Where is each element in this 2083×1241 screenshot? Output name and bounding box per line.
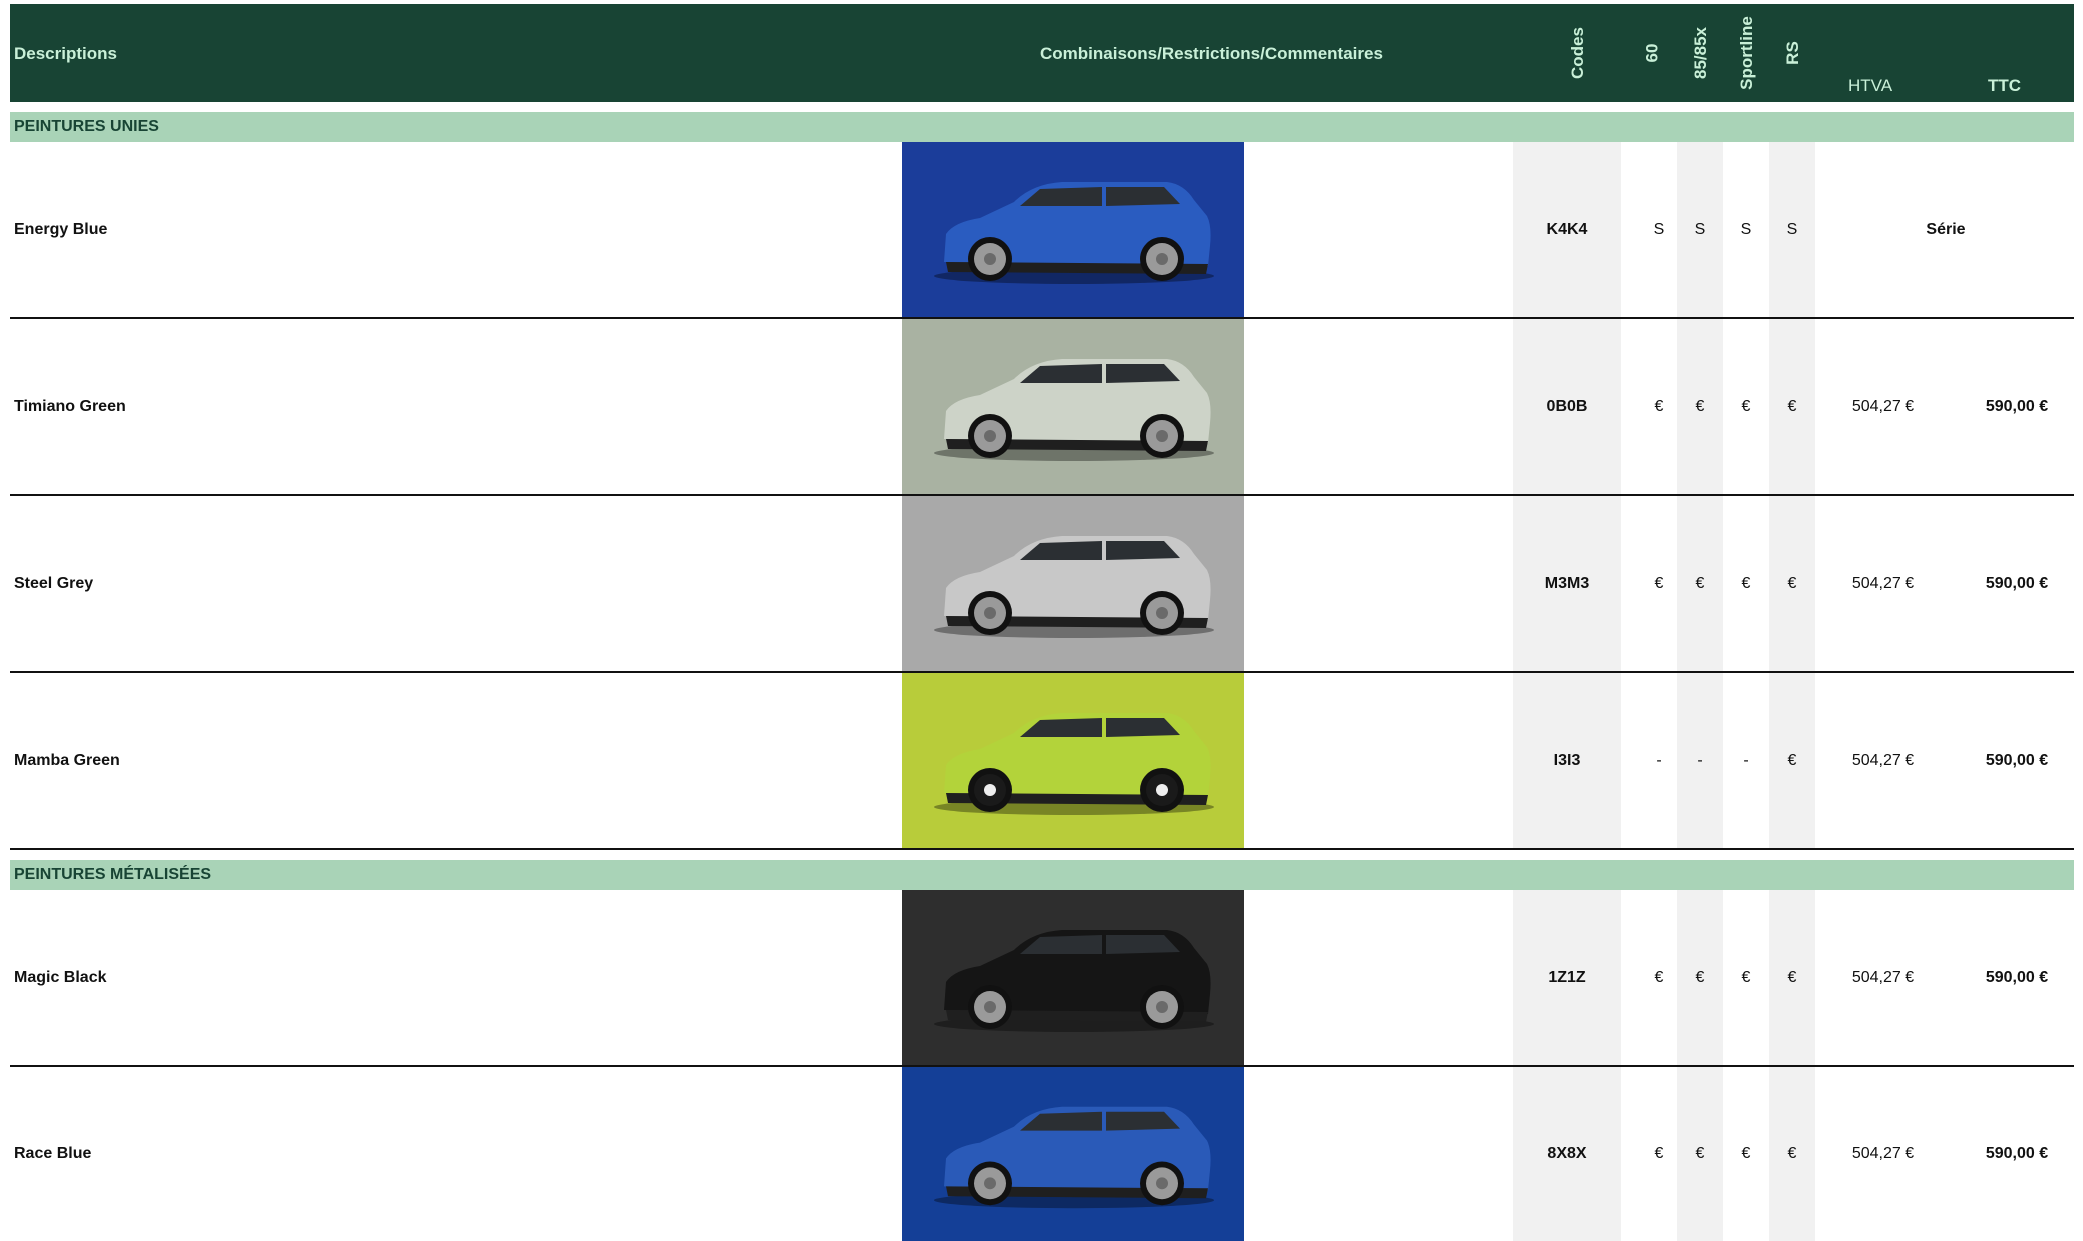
availability-rs: S <box>1786 220 1798 238</box>
availability-sport: - <box>1743 751 1749 769</box>
standard-label: Série <box>1926 220 1966 238</box>
availability-v85: € <box>1695 1145 1705 1162</box>
table-row: Steel Grey M3M3 € € € €504,27 € 590,00 € <box>10 496 2074 673</box>
header-descriptions: Descriptions <box>14 44 117 63</box>
header-ttc: TTC <box>1988 76 2022 95</box>
color-code: 0B0B <box>1546 397 1588 415</box>
availability-sport: € <box>1741 574 1751 592</box>
color-code: M3M3 <box>1544 574 1590 592</box>
availability-v85: - <box>1697 751 1703 769</box>
availability-v85: € <box>1695 574 1705 592</box>
availability-v60: € <box>1654 574 1664 592</box>
header-sportline: Sportline <box>1737 16 1757 90</box>
color-name: Race Blue <box>14 1145 92 1162</box>
color-name: Steel Grey <box>14 574 94 592</box>
table-row: Timiano Green 0B0B € € € €504,27 € 590,00 € <box>10 319 2074 496</box>
header-85: 85/85x <box>1691 27 1710 79</box>
price-ttc: 590,00 € <box>1985 1145 2049 1162</box>
table-body: PEINTURES UNIES Energy Blue K4K4 S S S S Série… <box>10 112 2074 1241</box>
availability-rs: € <box>1787 574 1797 592</box>
availability-v85: € <box>1695 968 1705 986</box>
price-sheet: Descriptions Combinaisons/Restrictions/C… <box>10 4 2074 1241</box>
availability-rs: € <box>1787 397 1797 415</box>
availability-rs: € <box>1787 751 1797 769</box>
color-code: 8X8X <box>1547 1145 1587 1162</box>
color-name: Timiano Green <box>14 397 126 415</box>
price-ttc: 590,00 € <box>1985 751 2049 769</box>
price-ttc: 590,00 € <box>1985 574 2049 592</box>
price-htva: 504,27 € <box>1851 574 1915 592</box>
availability-v60: S <box>1653 220 1665 238</box>
availability-sport: S <box>1740 220 1752 238</box>
availability-v60: - <box>1656 751 1662 769</box>
section-header: PEINTURES MÉTALISÉES <box>10 860 2074 890</box>
table-header: Descriptions Combinaisons/Restrictions/C… <box>10 4 2074 102</box>
color-name: Mamba Green <box>14 751 120 769</box>
color-name: Magic Black <box>14 968 107 986</box>
availability-sport: € <box>1741 397 1751 415</box>
availability-v60: € <box>1654 1145 1664 1162</box>
car-color-image <box>902 319 1244 494</box>
color-code: I3I3 <box>1553 751 1581 769</box>
availability-v85: € <box>1695 397 1705 415</box>
car-color-image <box>902 1067 1244 1241</box>
header-htva: HTVA <box>1848 76 1893 95</box>
availability-sport: € <box>1741 1145 1751 1162</box>
section-header: PEINTURES UNIES <box>10 112 2074 142</box>
header-codes: Codes <box>1568 27 1587 79</box>
car-color-image <box>902 673 1244 848</box>
availability-sport: € <box>1741 968 1751 986</box>
table-row: Energy Blue K4K4 S S S S Série <box>10 142 2074 319</box>
car-color-image <box>902 496 1244 671</box>
availability-v85: S <box>1694 220 1706 238</box>
price-htva: 504,27 € <box>1851 397 1915 415</box>
header-60: 60 <box>1641 43 1661 63</box>
color-name: Energy Blue <box>14 220 108 238</box>
car-color-image <box>902 142 1244 317</box>
price-ttc: 590,00 € <box>1985 397 2049 415</box>
car-color-image <box>902 890 1244 1065</box>
table-row: Magic Black 1Z1Z € € € €504,27 € 590,00 € <box>10 890 2074 1067</box>
table-row: Mamba Green I3I3 - - - €504,27 € 590,00 € <box>10 673 2074 850</box>
color-code: 1Z1Z <box>1548 968 1586 986</box>
availability-rs: € <box>1787 968 1797 986</box>
header-combinaisons: Combinaisons/Restrictions/Commentaires <box>1040 44 1383 63</box>
price-htva: 504,27 € <box>1851 968 1915 986</box>
availability-v60: € <box>1654 397 1664 415</box>
price-ttc: 590,00 € <box>1985 968 2049 986</box>
availability-v60: € <box>1654 968 1664 986</box>
color-code: K4K4 <box>1546 220 1588 238</box>
header-rs: RS <box>1783 41 1802 65</box>
price-htva: 504,27 € <box>1851 751 1915 769</box>
price-htva: 504,27 € <box>1851 1145 1915 1162</box>
table-row: Race Blue 8X8X € € € €504,27 € 590,00 € <box>10 1067 2074 1241</box>
availability-rs: € <box>1787 1145 1797 1162</box>
